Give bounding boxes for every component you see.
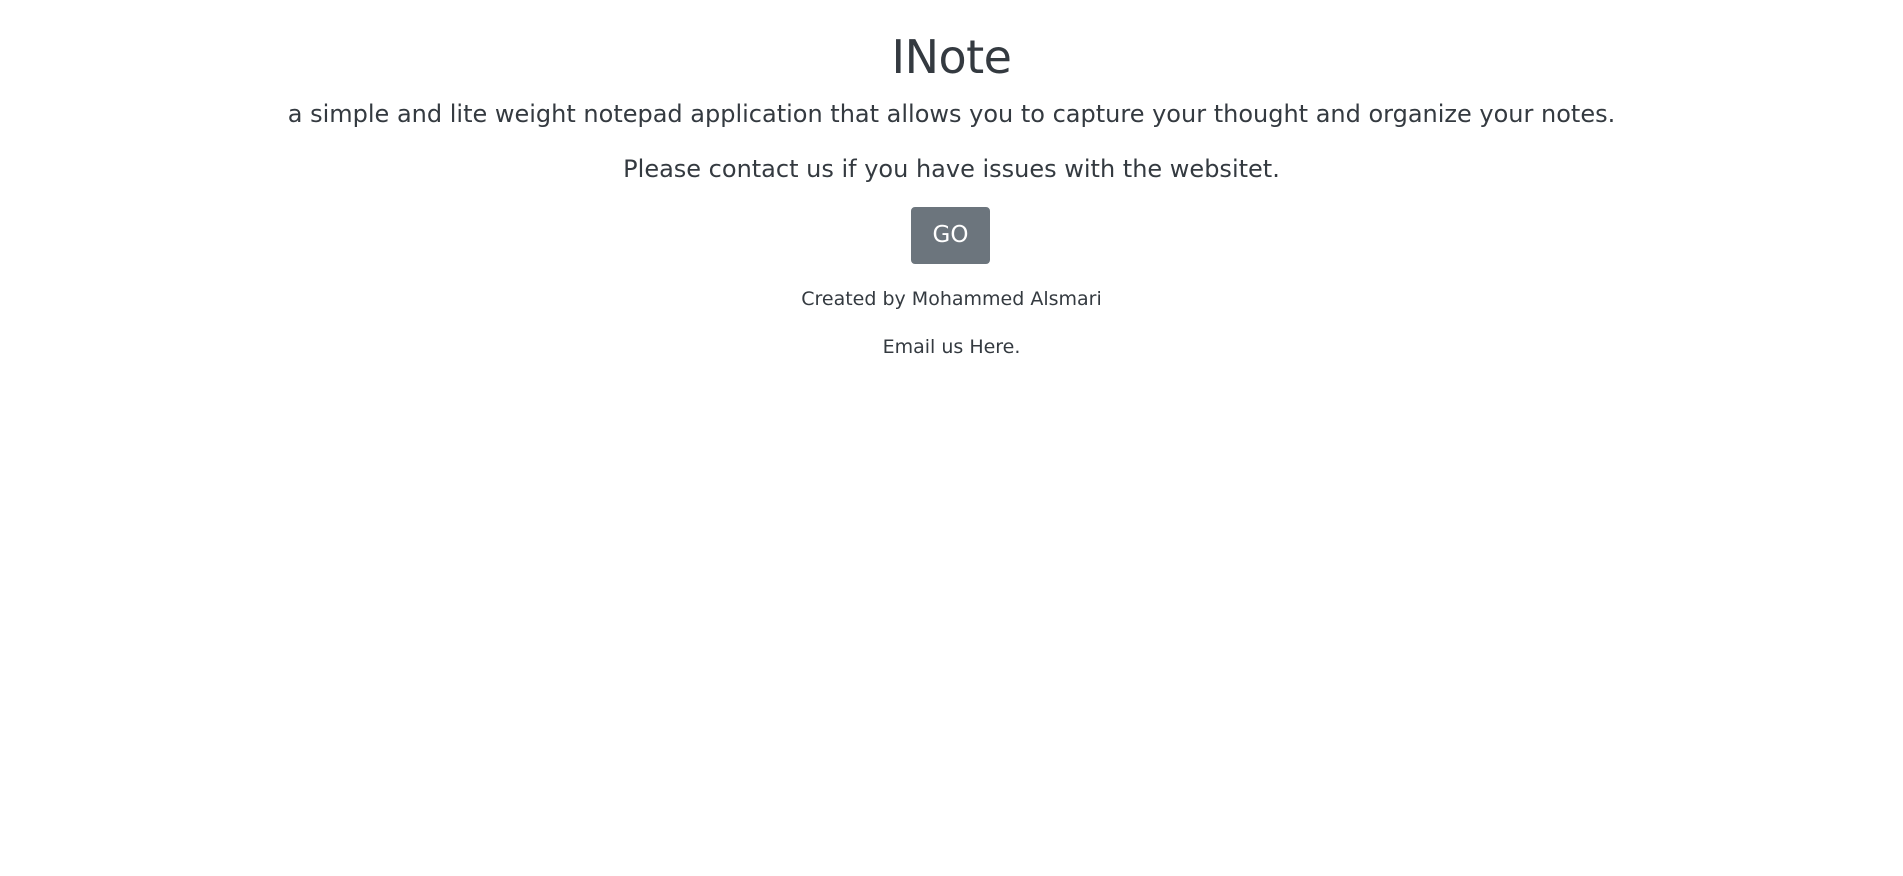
email-link[interactable]: Here. [969, 336, 1020, 358]
author-credit: Created by Mohammed Alsmari [801, 288, 1102, 310]
app-tagline: a simple and lite weight notepad applica… [287, 100, 1616, 128]
go-button[interactable]: GO [911, 207, 990, 264]
page-title: INote [891, 30, 1012, 84]
contact-message: Please contact us if you have issues wit… [623, 155, 1280, 183]
landing-page: INote a simple and lite weight notepad a… [0, 0, 1903, 876]
email-line: Email us Here. [0, 334, 1903, 360]
email-prefix: Email us [882, 336, 970, 358]
